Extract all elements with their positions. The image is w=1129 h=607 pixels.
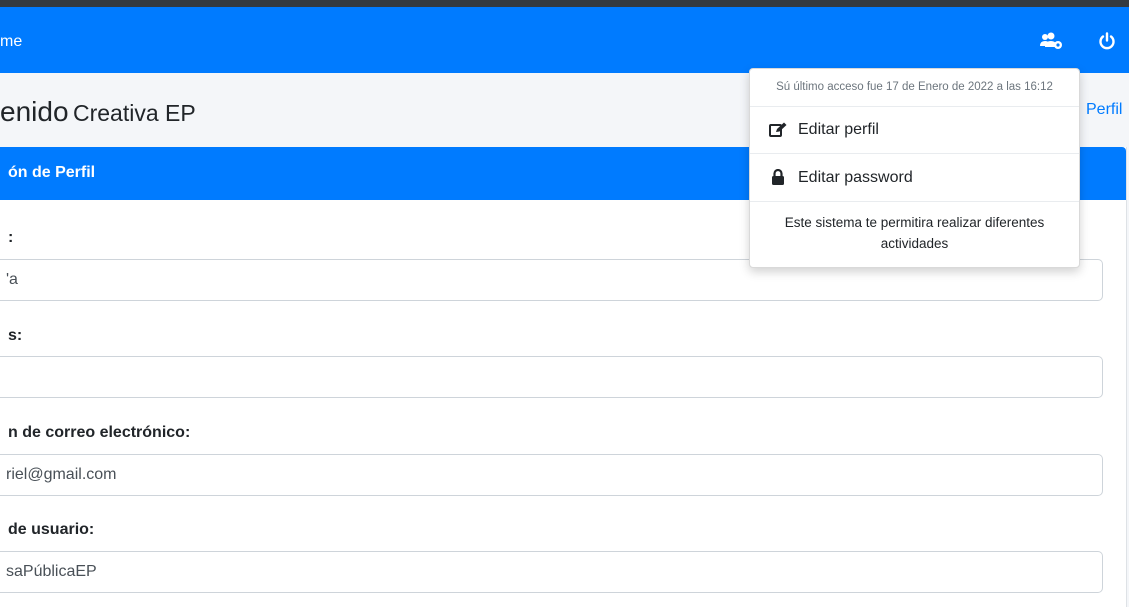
- lastname-input[interactable]: [0, 356, 1103, 398]
- user-name: Creativa EP: [72, 100, 196, 126]
- field-label-email: n de correo electrónico:: [8, 424, 191, 441]
- email-input[interactable]: riel@gmail.com: [0, 454, 1103, 496]
- power-off-icon[interactable]: [1092, 27, 1122, 55]
- edit-icon: [768, 120, 788, 140]
- field-label-name: :: [8, 229, 14, 246]
- username-input[interactable]: saPúblicaEP: [0, 551, 1103, 593]
- edit-profile-label: Editar perfil: [798, 120, 879, 138]
- field-label-lastname: s:: [8, 327, 23, 344]
- breadcrumb-perfil[interactable]: Perfil: [1086, 101, 1122, 119]
- page-title: enido Creativa EP: [0, 96, 196, 128]
- top-navbar: me: [0, 7, 1129, 73]
- lock-icon: [768, 168, 788, 188]
- card-title: ón de Perfil: [8, 164, 96, 181]
- footer-text: Este sistema te permitira realizar difer…: [784, 215, 1045, 251]
- field-label-username: de usuario:: [8, 521, 95, 538]
- edit-password-item[interactable]: Editar password: [750, 154, 1079, 202]
- edit-profile-item[interactable]: Editar perfil: [750, 106, 1079, 154]
- last-access-text: Sú último acceso fue 17 de Enero de 2022…: [750, 69, 1079, 107]
- dropdown-footer-text: Este sistema te permitira realizar difer…: [750, 212, 1079, 264]
- top-border: [0, 0, 1129, 7]
- welcome-text: enido: [0, 96, 69, 127]
- edit-password-label: Editar password: [798, 168, 913, 186]
- users-cog-icon[interactable]: [1036, 27, 1066, 55]
- user-dropdown-menu: Sú último acceso fue 17 de Enero de 2022…: [749, 68, 1080, 268]
- navbar-brand[interactable]: me: [0, 33, 22, 51]
